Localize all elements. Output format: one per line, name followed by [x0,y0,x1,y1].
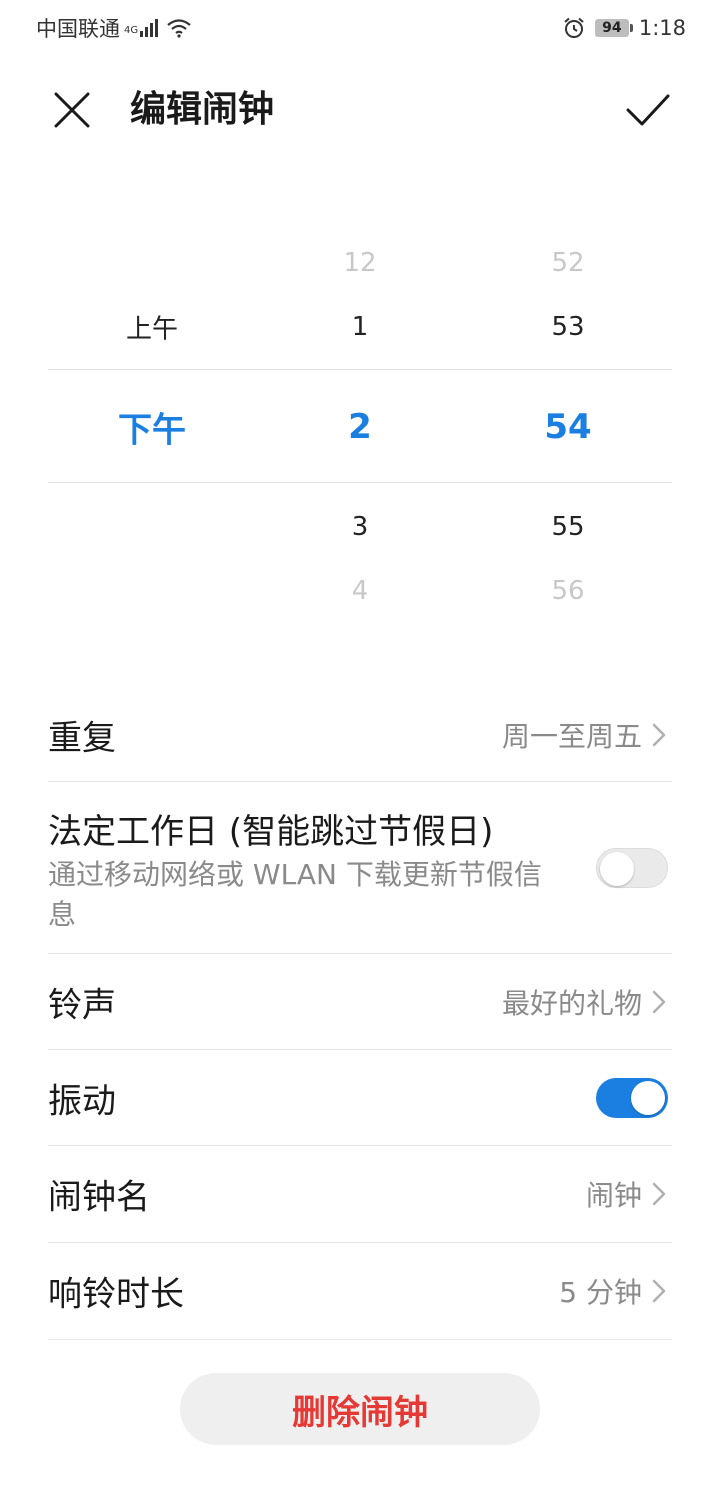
close-button[interactable] [50,88,94,132]
hour-option-selected[interactable]: 2 [300,407,420,447]
ampm-wheel[interactable]: 上午 下午 [92,230,212,610]
carrier-name: 中国联通 [36,17,120,41]
minute-option-selected[interactable]: 54 [508,407,628,447]
alarm-name-row[interactable]: 闹钟名 闹钟 [48,1146,672,1243]
alarm-clock-icon [564,17,584,38]
vibrate-row[interactable]: 振动 [48,1050,672,1146]
chevron-right-icon [652,1182,666,1206]
minute-option[interactable]: 55 [508,512,628,542]
chevron-right-icon [652,723,666,746]
repeat-row[interactable]: 重复 周一至周五 [48,688,672,782]
battery-icon: 94 [594,19,633,37]
legal-workday-label: 法定工作日 (智能跳过节假日) [48,812,494,852]
toggle-knob [631,1080,665,1115]
edit-alarm-screen: 中国联通 4G 94 1:18 编辑闹钟 上午 下午 12 1 2 3 4 52… [0,0,720,1493]
hour-option[interactable]: 1 [300,312,420,342]
alarm-name-label: 闹钟名 [48,1177,150,1218]
signal-icon [140,19,160,37]
check-icon [626,94,670,126]
page-title: 编辑闹钟 [130,89,275,130]
close-icon [54,92,90,128]
vibrate-toggle[interactable] [596,1077,668,1118]
minute-option[interactable]: 56 [508,576,628,606]
chevron-right-icon [652,990,666,1013]
hour-option[interactable]: 4 [300,576,420,606]
battery-level: 94 [602,20,622,36]
network-type: 4G [124,25,139,36]
status-time: 1:18 [638,16,686,40]
minute-option[interactable]: 52 [508,248,628,278]
hour-option[interactable]: 12 [300,248,420,278]
vibrate-label: 振动 [48,1081,116,1121]
legal-workday-row[interactable]: 法定工作日 (智能跳过节假日) 通过移动网络或 WLAN 下载更新节假信息 [48,782,672,954]
ring-duration-row[interactable]: 响铃时长 5 分钟 [48,1243,672,1340]
status-bar: 中国联通 4G 94 1:18 [0,0,720,56]
wifi-icon [167,19,191,38]
ringtone-row[interactable]: 铃声 最好的礼物 [48,954,672,1050]
repeat-label: 重复 [48,718,116,758]
hour-wheel[interactable]: 12 1 2 3 4 [300,230,420,610]
legal-workday-toggle[interactable] [596,847,668,888]
minute-option[interactable]: 53 [508,312,628,342]
status-right: 94 1:18 [563,16,686,40]
time-picker: 上午 下午 12 1 2 3 4 52 53 54 55 56 [48,230,672,610]
alarm-name-value: 闹钟 [585,1179,642,1212]
ring-duration-label: 响铃时长 [48,1274,184,1315]
status-left: 中国联通 4G [36,13,192,43]
hour-option[interactable]: 3 [300,512,420,542]
ampm-option-am[interactable]: 上午 [92,309,212,346]
ringtone-label: 铃声 [48,985,116,1025]
ringtone-value: 最好的礼物 [501,986,642,1020]
ampm-option-selected[interactable]: 下午 [92,403,212,452]
toggle-knob [600,851,634,886]
title-bar: 编辑闹钟 [0,70,720,152]
alarm-settings-list: 重复 周一至周五 法定工作日 (智能跳过节假日) 通过移动网络或 WLAN 下载… [48,688,672,1340]
confirm-button[interactable] [624,88,672,132]
minute-wheel[interactable]: 52 53 54 55 56 [508,230,628,610]
ring-duration-value: 5 分钟 [559,1276,642,1309]
chevron-right-icon [652,1279,666,1303]
repeat-value: 周一至周五 [501,719,642,753]
delete-alarm-button[interactable]: 删除闹钟 [180,1373,540,1445]
legal-workday-subtitle: 通过移动网络或 WLAN 下载更新节假信息 [48,858,542,931]
